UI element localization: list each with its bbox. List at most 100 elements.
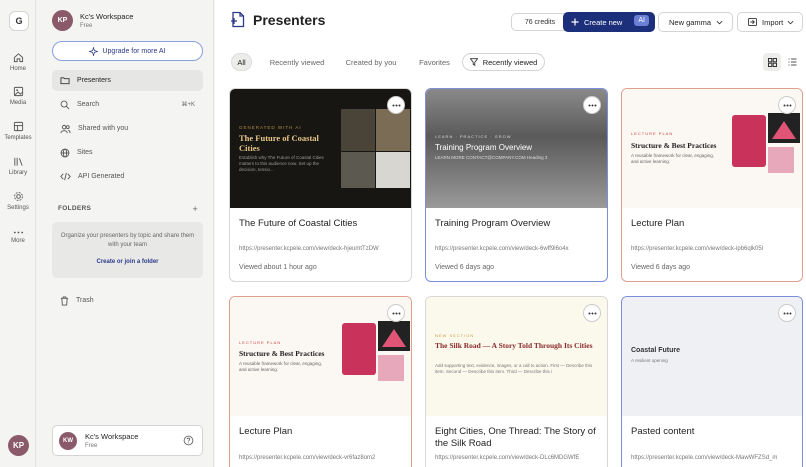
main-content: Presenters 76 credits Create new AI New … [215,0,806,467]
photo-tile [341,152,375,188]
presenter-card[interactable]: GENERATED WITH AI The Future of Coastal … [229,88,412,282]
filter-recently-viewed[interactable]: Recently viewed [264,53,330,71]
card-viewed: Viewed 6 days ago [631,264,691,271]
more-dots-icon [783,312,791,314]
search-icon [60,100,70,109]
card-url: https://presenter.kcpele.com/view/deck-h… [239,246,379,252]
workspace-switcher[interactable]: KP Kc's Workspace Free [52,10,133,31]
grid-icon [767,57,777,67]
new-gamma-button[interactable]: New gamma [658,12,733,32]
rail-item-library[interactable]: Library [0,156,36,176]
search-shortcut: ⌘+K [181,102,195,108]
sidebar-item-api-generated[interactable]: API Generated [52,166,203,187]
card-viewed: Viewed about 1 hour ago [239,264,317,271]
presenters-icon [231,11,245,28]
users-icon [60,124,71,133]
filter-icon [469,58,478,66]
folders-empty-text: Organize your presenters by topic and sh… [60,233,195,248]
list-icon [788,58,796,66]
rail-item-templates[interactable]: Templates [0,121,36,141]
list-view-button[interactable] [783,53,801,71]
card-title: Training Program Overview [435,218,551,229]
card-url: https://presenter.kcpele.com/view/deck-M… [631,455,778,461]
sidebar: KP Kc's Workspace Free Upgrade for more … [36,0,214,467]
card-viewed: Viewed 6 days ago [435,264,495,271]
import-icon [748,18,757,26]
card-url: https://presenter.kcpele.com/view/deck-i… [631,246,764,252]
card-more-button[interactable] [387,304,405,322]
card-more-button[interactable] [583,304,601,322]
more-dots-icon [392,312,400,314]
card-thumbnail: NEW SECTION The Silk Road — A Story Told… [426,297,607,416]
sidebar-item-sites[interactable]: Sites [52,142,203,163]
presenter-card[interactable]: LECTURE PLAN Structure & Best Practices … [621,88,803,282]
card-more-button[interactable] [778,304,796,322]
sparkle-icon [89,46,99,56]
workspace-name-bottom: Kc's Workspace [85,432,139,441]
card-title: Pasted content [631,426,695,437]
create-folder-link[interactable]: Create or join a folder [60,258,195,267]
credits-badge[interactable]: 76 credits [511,13,569,31]
import-button[interactable]: Import [737,12,803,32]
card-more-button[interactable] [387,96,405,114]
add-folder-button[interactable]: + [192,204,198,214]
sidebar-item-shared[interactable]: Shared with you [52,118,203,139]
filter-favorites[interactable]: Favorites [412,53,457,71]
folders-empty-state: Organize your presenters by topic and sh… [52,222,203,278]
photo-tile [376,109,410,151]
photo-tile [376,152,410,188]
more-dots-icon [13,231,23,234]
code-icon [60,172,71,181]
card-thumbnail: LEARN · PRACTICE · GROW Training Program… [426,89,607,208]
filter-all[interactable]: All [231,53,252,71]
filter-created-by-you[interactable]: Created by you [340,53,402,71]
image-icon [13,86,23,97]
more-dots-icon [588,104,596,106]
card-thumbnail: LECTURE PLAN Structure & Best Practices … [230,297,411,416]
card-thumbnail: Coastal Future A resilient opening [622,297,802,416]
rail-item-settings[interactable]: Settings [0,191,36,211]
chevron-down-icon [716,20,723,25]
card-more-button[interactable] [583,96,601,114]
card-thumbnail: GENERATED WITH AI The Future of Coastal … [230,89,411,208]
user-avatar[interactable]: KP [8,435,29,456]
workspace-card[interactable]: KW Kc's Workspace Free [52,425,203,456]
icon-rail: G Home Media Templates Library Settings … [0,0,36,467]
workspace-avatar-bottom: KW [59,431,77,450]
card-url: https://presenter.kcpele.com/view/deck-6… [435,246,569,252]
create-new-button[interactable]: Create new AI [563,12,655,32]
workspace-plan: Free [80,23,93,29]
presenter-card[interactable]: LEARN · PRACTICE · GROW Training Program… [425,88,608,282]
grid-view-button[interactable] [763,53,781,71]
chevron-down-icon [787,20,794,25]
sidebar-item-search[interactable]: Search ⌘+K [52,94,203,115]
trash-icon [60,296,69,305]
presenter-card[interactable]: LECTURE PLAN Structure & Best Practices … [229,296,412,467]
folder-icon [60,77,70,85]
presenter-card[interactable]: Coastal Future A resilient opening Paste… [621,296,803,467]
gear-icon [13,192,23,201]
folders-heading: FOLDERS + [58,204,198,214]
library-icon [13,157,23,166]
card-url: https://presenter.kcpele.com/view/deck-D… [435,455,580,461]
rail-item-more[interactable]: More [0,230,36,244]
card-more-button[interactable] [778,96,796,114]
workspace-name: Kc's Workspace [80,12,134,21]
workspace-avatar: KP [52,10,73,31]
templates-icon [13,121,23,132]
more-dots-icon [392,104,400,106]
page-title: Presenters [253,12,326,28]
plus-icon [571,18,579,26]
rail-item-home[interactable]: Home [0,52,36,72]
card-title: Lecture Plan [631,218,685,229]
app-logo[interactable]: G [9,11,29,31]
upgrade-button[interactable]: Upgrade for more AI [52,41,203,61]
globe-icon [60,148,70,157]
sidebar-item-presenters[interactable]: Presenters [52,70,203,91]
more-dots-icon [588,312,596,314]
sidebar-item-trash[interactable]: Trash [52,290,203,311]
presenter-card[interactable]: NEW SECTION The Silk Road — A Story Told… [425,296,608,467]
help-icon[interactable] [183,435,194,446]
rail-item-media[interactable]: Media [0,86,36,106]
sort-dropdown[interactable]: Recently viewed [462,53,545,71]
